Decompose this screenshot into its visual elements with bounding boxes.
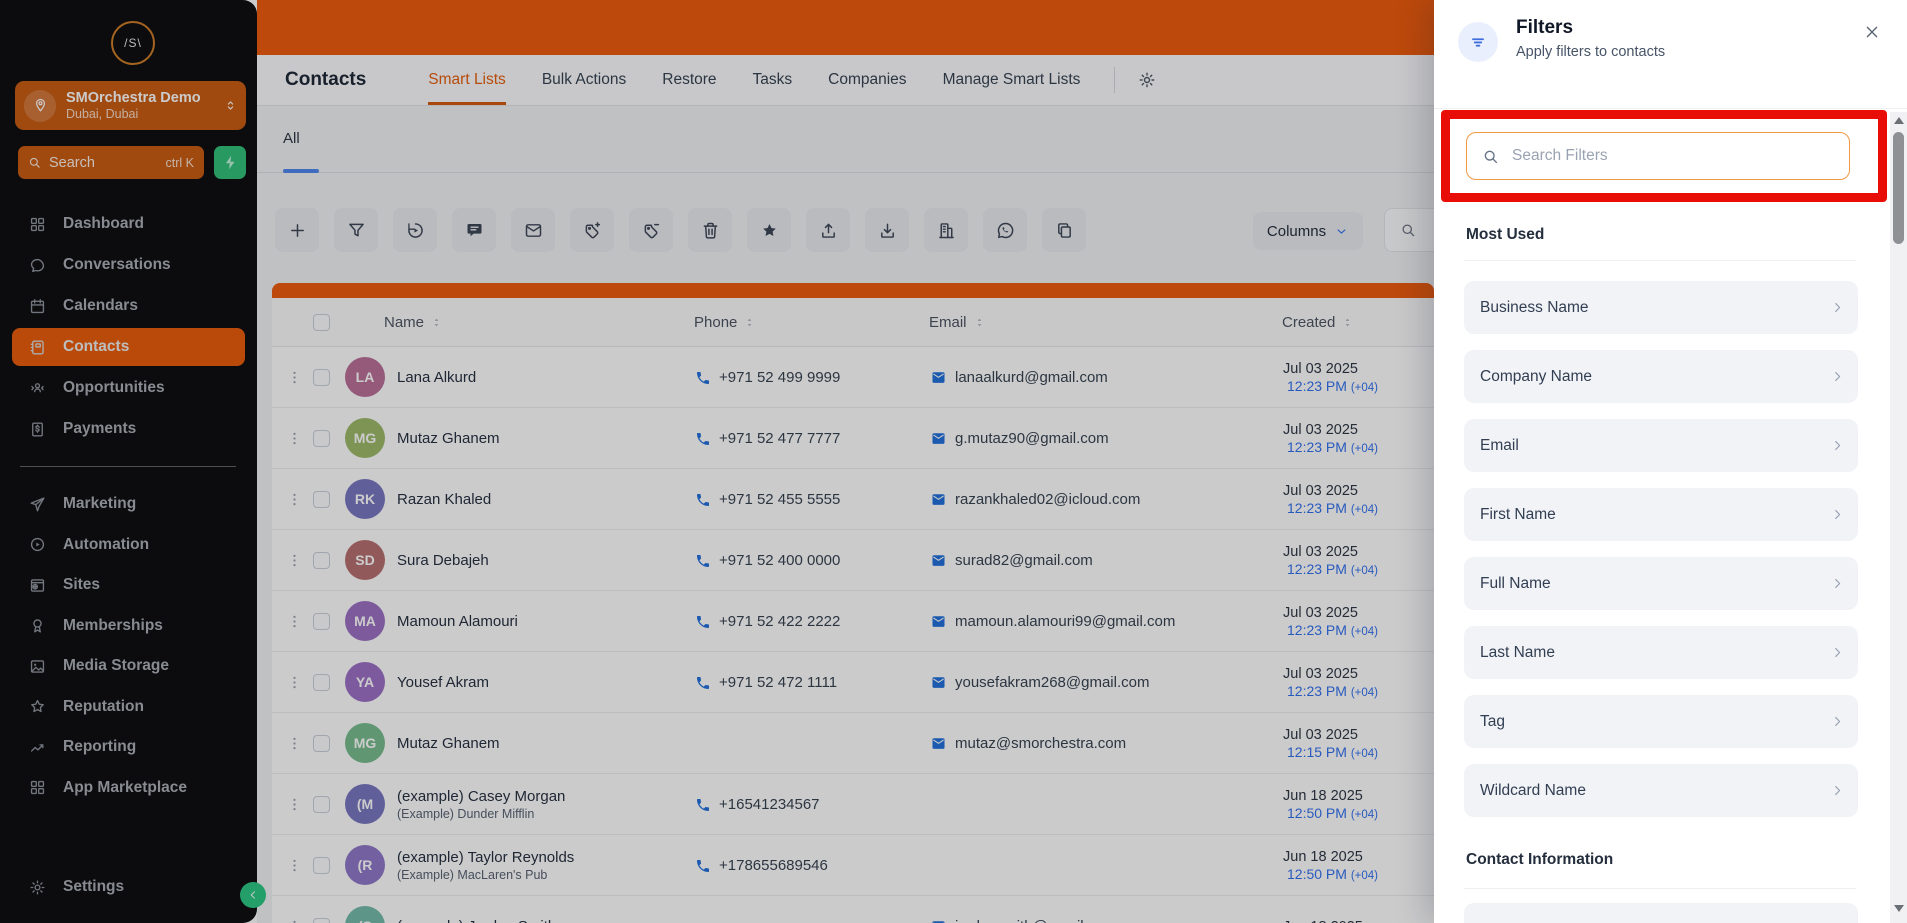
chevron-right-icon	[1829, 713, 1846, 730]
app-window: /S\ SMOrchestra Demo Dubai, Dubai Search…	[0, 0, 1907, 923]
chevron-right-icon	[1829, 506, 1846, 523]
filter-item-company-name[interactable]: Company Name	[1464, 350, 1858, 403]
filter-item-label: Wildcard Name	[1480, 782, 1586, 800]
section-divider	[1464, 888, 1856, 889]
annotation-highlight-box	[1441, 110, 1887, 202]
filter-item-business-name[interactable]: Business Name	[1464, 281, 1858, 334]
filter-item-label: Full Name	[1480, 575, 1551, 593]
chevron-right-icon	[1829, 782, 1846, 799]
filters-panel-subtitle: Apply filters to contacts	[1516, 44, 1665, 60]
scrollbar-up-arrow[interactable]	[1894, 117, 1904, 124]
filter-item-partial[interactable]	[1464, 903, 1858, 923]
filter-item-last-name[interactable]: Last Name	[1464, 626, 1858, 679]
chevron-right-icon	[1829, 368, 1846, 385]
filter-lines-icon	[1458, 22, 1498, 62]
scrollbar-down-arrow[interactable]	[1894, 905, 1904, 912]
section-divider	[1464, 260, 1856, 261]
filter-item-first-name[interactable]: First Name	[1464, 488, 1858, 541]
filter-item-tag[interactable]: Tag	[1464, 695, 1858, 748]
chevron-right-icon	[1829, 299, 1846, 316]
chevron-right-icon	[1829, 644, 1846, 661]
filter-item-full-name[interactable]: Full Name	[1464, 557, 1858, 610]
chevron-right-icon	[1829, 575, 1846, 592]
section-heading-most-used: Most Used	[1466, 226, 1544, 244]
filter-item-email[interactable]: Email	[1464, 419, 1858, 472]
filter-item-label: Tag	[1480, 713, 1505, 731]
filters-panel-title: Filters	[1516, 17, 1573, 39]
modal-overlay[interactable]	[0, 0, 1434, 923]
filter-item-wildcard-name[interactable]: Wildcard Name	[1464, 764, 1858, 817]
section-heading-contact-information: Contact Information	[1466, 851, 1613, 869]
filter-item-label: Company Name	[1480, 368, 1592, 386]
close-icon[interactable]	[1862, 22, 1882, 42]
filter-item-label: Business Name	[1480, 299, 1589, 317]
panel-scrollbar-thumb[interactable]	[1893, 132, 1904, 244]
filter-item-label: Email	[1480, 437, 1519, 455]
filter-item-label: First Name	[1480, 506, 1556, 524]
panel-divider	[1434, 108, 1907, 109]
filter-item-label: Last Name	[1480, 644, 1555, 662]
chevron-right-icon	[1829, 437, 1846, 454]
